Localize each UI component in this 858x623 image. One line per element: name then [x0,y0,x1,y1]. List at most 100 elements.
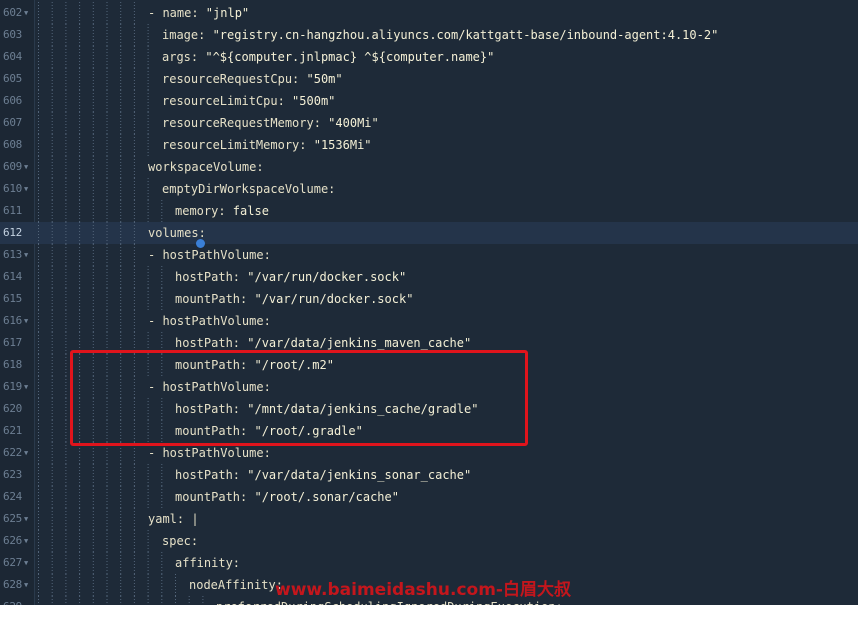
fold-arrow-icon[interactable]: ▼ [24,244,28,266]
code-text[interactable]: yaml: | [148,508,199,530]
yaml-key: affinity: [175,556,241,570]
code-line[interactable]: 602 ▼ - name: "jnlp" [0,2,858,24]
indent-guides [38,156,135,178]
fold-arrow-icon[interactable]: ▼ [24,2,28,24]
code-line[interactable]: 610 ▼ emptyDirWorkspaceVolume: [0,178,858,200]
code-line[interactable]: 616 ▼ - hostPathVolume: [0,310,858,332]
yaml-key: preferredDuringSchedulingIgnoredDuringEx… [216,600,563,605]
line-number: 622 [3,446,22,459]
code-text[interactable]: - hostPathVolume: [148,244,271,266]
code-line[interactable]: 604 args: "^${computer.jnlpmac} ^${comput… [0,46,858,68]
fold-arrow-icon[interactable]: ▼ [24,596,28,605]
yaml-key: workspaceVolume: [148,160,264,174]
code-text[interactable]: hostPath: "/var/run/docker.sock" [175,266,406,288]
code-line[interactable]: 615 mountPath: "/var/run/docker.sock" [0,288,858,310]
code-text[interactable]: affinity: [175,552,240,574]
code-line[interactable]: 613 ▼ - hostPathVolume: [0,244,858,266]
code-text[interactable]: mountPath: "/var/run/docker.sock" [175,288,413,310]
code-text[interactable]: spec: [162,530,198,552]
yaml-key: - hostPathVolume: [148,446,271,460]
indent-guides [38,530,149,552]
fold-arrow-icon[interactable]: ▼ [24,574,28,596]
yaml-key: emptyDirWorkspaceVolume: [162,182,336,196]
fold-arrow-icon[interactable]: ▼ [24,552,28,574]
line-number: 629 [0,596,22,605]
yaml-value: false [232,204,269,218]
line-number: 623 [3,468,22,481]
indent-guides [38,90,149,112]
line-number: 624 [3,490,22,503]
fold-arrow-icon[interactable]: ▼ [24,530,28,552]
code-text[interactable]: mountPath: "/root/.sonar/cache" [175,486,399,508]
code-line[interactable]: 609 ▼ workspaceVolume: [0,156,858,178]
code-line[interactable]: 625 ▼ yaml: | [0,508,858,530]
code-line[interactable]: 623 hostPath: "/var/data/jenkins_sonar_ca… [0,464,858,486]
indent-guides [38,574,176,596]
code-line[interactable]: 607 resourceRequestMemory: "400Mi" [0,112,858,134]
yaml-key: mountPath: [175,292,255,306]
yaml-key: mountPath: [175,490,255,504]
code-text[interactable]: resourceRequestMemory: "400Mi" [162,112,379,134]
indent-guides [38,24,149,46]
code-text[interactable]: args: "^${computer.jnlpmac} ^${computer.… [162,46,494,68]
code-text[interactable]: hostPath: "/var/data/jenkins_sonar_cache… [175,464,471,486]
yaml-key: hostPath: [175,270,248,284]
highlight-annotation-box [70,350,528,446]
code-text[interactable]: nodeAffinity: [189,574,283,596]
code-line[interactable]: 614 hostPath: "/var/run/docker.sock" [0,266,858,288]
yaml-key: volumes: [148,226,206,240]
yaml-key: memory: [175,204,233,218]
code-text[interactable]: resourceLimitCpu: "500m" [162,90,335,112]
fold-arrow-icon[interactable]: ▼ [24,156,28,178]
line-number: 602 [3,6,22,19]
yaml-value: "jnlp" [205,6,250,20]
yaml-value: "/var/data/jenkins_sonar_cache" [247,468,472,482]
yaml-value: "/var/data/jenkins_maven_cache" [247,336,472,350]
code-line[interactable]: 627 ▼ affinity: [0,552,858,574]
fold-arrow-icon[interactable]: ▼ [24,508,28,530]
line-number: 607 [3,116,22,129]
indent-guides [38,112,149,134]
code-text[interactable]: workspaceVolume: [148,156,264,178]
code-text[interactable]: - hostPathVolume: [148,310,271,332]
yaml-key: - name: [148,6,206,20]
line-number: 612 [3,226,22,239]
fold-arrow-icon[interactable]: ▼ [24,310,28,332]
indent-guides [38,508,135,530]
code-text[interactable]: resourceLimitMemory: "1536Mi" [162,134,372,156]
code-text[interactable]: - name: "jnlp" [148,2,249,24]
fold-arrow-icon[interactable]: ▼ [24,178,28,200]
yaml-value: "^${computer.jnlpmac} ^${computer.name}" [205,50,495,64]
yaml-key: resourceLimitCpu: [162,94,293,108]
code-line[interactable]: 605 resourceRequestCpu: "50m" [0,68,858,90]
line-number: 606 [3,94,22,107]
line-number: 620 [3,402,22,415]
yaml-key: yaml: | [148,512,199,526]
indent-guides [38,486,163,508]
yaml-key: resourceRequestCpu: [162,72,307,86]
fold-arrow-icon[interactable]: ▼ [24,442,28,464]
code-text[interactable]: image: "registry.cn-hangzhou.aliyuncs.co… [162,24,718,46]
code-line[interactable]: 612 volumes: [0,222,858,244]
yaml-key: spec: [162,534,199,548]
yaml-key: hostPath: [175,468,248,482]
line-number: 626 [3,534,22,547]
code-editor[interactable]: 602 ▼ - name: "jnlp" 603 image: "registry.cn… [0,0,858,605]
line-number: 621 [3,424,22,437]
code-text[interactable]: emptyDirWorkspaceVolume: [162,178,335,200]
code-line[interactable]: 608 resourceLimitMemory: "1536Mi" [0,134,858,156]
code-line[interactable]: 603 image: "registry.cn-hangzhou.aliyuncs… [0,24,858,46]
yaml-value: "/var/run/docker.sock" [247,270,407,284]
yaml-key: - hostPathVolume: [148,248,271,262]
indent-guides [38,200,163,222]
code-text[interactable]: resourceRequestCpu: "50m" [162,68,343,90]
fold-arrow-icon[interactable]: ▼ [24,376,28,398]
code-line[interactable]: 611 memory: false [0,200,858,222]
line-number: 611 [3,204,22,217]
indent-guides [38,2,135,24]
yaml-key: resourceLimitMemory: [162,138,314,152]
code-text[interactable]: memory: false [175,200,269,222]
code-line[interactable]: 624 mountPath: "/root/.sonar/cache" [0,486,858,508]
code-line[interactable]: 606 resourceLimitCpu: "500m" [0,90,858,112]
code-line[interactable]: 626 ▼ spec: [0,530,858,552]
